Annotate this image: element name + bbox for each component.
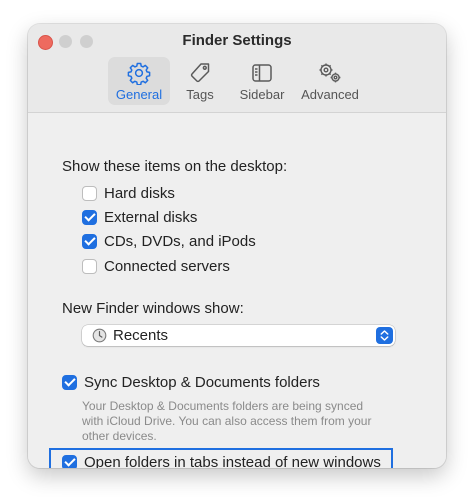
- external-disks-label: External disks: [104, 208, 198, 226]
- general-pane: Show these items on the desktop: Hard di…: [28, 113, 446, 468]
- tab-tags[interactable]: Tags: [174, 57, 226, 105]
- tab-advanced-label: Advanced: [301, 87, 359, 102]
- tab-sidebar-label: Sidebar: [239, 87, 285, 102]
- cds-dvds-ipods-checkbox[interactable]: [82, 233, 97, 249]
- open-folders-in-tabs-checkbox[interactable]: [62, 454, 77, 468]
- tab-advanced[interactable]: Advanced: [296, 57, 364, 105]
- checkbox-cds-dvds-ipods[interactable]: CDs, DVDs, and iPods: [82, 231, 256, 251]
- cds-dvds-ipods-label: CDs, DVDs, and iPods: [104, 232, 256, 250]
- tag-icon: [190, 63, 210, 83]
- gears-icon: [319, 63, 341, 83]
- new-window-popup[interactable]: Recents: [82, 325, 395, 346]
- new-window-selected-value: Recents: [113, 327, 169, 344]
- checkbox-hard-disks[interactable]: Hard disks: [82, 183, 175, 203]
- open-folders-in-tabs-label: Open folders in tabs instead of new wind…: [84, 453, 381, 469]
- sidebar-icon: [252, 64, 272, 82]
- tab-general[interactable]: General: [108, 57, 170, 105]
- gear-icon: [127, 62, 151, 85]
- new-window-heading: New Finder windows show:: [62, 300, 244, 317]
- sync-help-text: Your Desktop & Documents folders are bei…: [82, 399, 372, 443]
- sync-desktop-documents-checkbox[interactable]: [62, 374, 77, 390]
- chevron-up-down-icon: [376, 327, 393, 344]
- checkbox-sync-desktop-documents[interactable]: Sync Desktop & Documents folders: [62, 372, 320, 392]
- finder-settings-window: Finder Settings General Tags Sidebar Adv…: [28, 24, 446, 468]
- checkbox-external-disks[interactable]: External disks: [82, 207, 197, 227]
- desktop-items-heading: Show these items on the desktop:: [62, 158, 288, 175]
- clock-icon: [92, 328, 107, 343]
- tab-general-label: General: [115, 87, 163, 102]
- hard-disks-label: Hard disks: [104, 184, 175, 202]
- sync-desktop-documents-label: Sync Desktop & Documents folders: [84, 373, 320, 391]
- hard-disks-checkbox[interactable]: [82, 185, 97, 201]
- toolbar: Finder Settings General Tags Sidebar Adv…: [28, 24, 446, 113]
- tab-tags-label: Tags: [186, 87, 214, 102]
- connected-servers-checkbox[interactable]: [82, 258, 97, 274]
- connected-servers-label: Connected servers: [104, 257, 230, 275]
- window-title: Finder Settings: [182, 32, 292, 49]
- external-disks-checkbox[interactable]: [82, 209, 97, 225]
- checkbox-open-folders-in-tabs[interactable]: Open folders in tabs instead of new wind…: [62, 452, 381, 468]
- checkbox-connected-servers[interactable]: Connected servers: [82, 256, 230, 276]
- tab-sidebar[interactable]: Sidebar: [231, 57, 293, 105]
